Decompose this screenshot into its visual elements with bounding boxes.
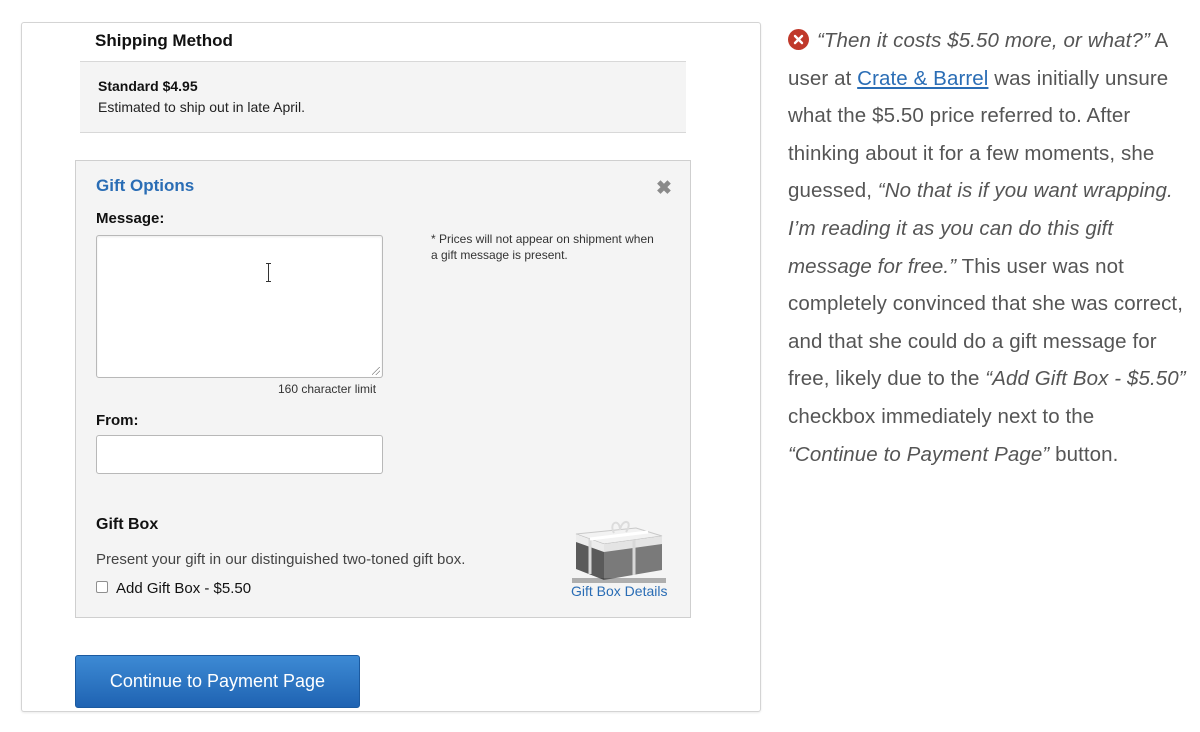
gift-box-title: Gift Box [96, 516, 159, 533]
prices-note: * Prices will not appear on shipment whe… [431, 232, 654, 262]
add-gift-box-label[interactable]: Add Gift Box - $5.50 [116, 580, 251, 597]
quote-3: “Add Gift Box - $5.50” [985, 367, 1186, 391]
add-gift-box-checkbox[interactable] [96, 581, 108, 593]
from-label: From: [96, 412, 139, 429]
gift-box-image [572, 521, 666, 583]
text-cursor-icon [266, 263, 272, 283]
message-label: Message: [96, 210, 165, 227]
commentary-text: “Then it costs $5.50 more, or what?” A u… [788, 22, 1188, 473]
error-x-icon [788, 29, 809, 50]
quote-1: “Then it costs $5.50 more, or what?” [817, 29, 1150, 52]
gift-box-details-link[interactable]: Gift Box Details [571, 583, 667, 599]
quote-4: “Continue to Payment Page” [788, 442, 1050, 466]
gift-options-title: Gift Options [96, 176, 195, 195]
message-textarea[interactable] [96, 235, 383, 378]
character-limit-note: 160 character limit [278, 382, 377, 396]
shipping-method-title: Shipping Method [95, 31, 233, 50]
crate-and-barrel-link[interactable]: Crate & Barrel [857, 67, 988, 90]
shipping-estimate: Estimated to ship out in late April. [98, 99, 305, 115]
commentary-text-4: checkbox immediately next to the [788, 404, 1095, 428]
gift-options-panel: Gift Options ✖ Message: 160 character li… [75, 160, 691, 618]
shipping-option-box: Standard $4.95 Estimated to ship out in … [80, 62, 686, 133]
continue-to-payment-button[interactable]: Continue to Payment Page [75, 655, 360, 708]
resize-handle-icon[interactable] [372, 367, 380, 375]
commentary-text-5: button. [1049, 442, 1119, 466]
from-input[interactable] [96, 435, 383, 474]
close-icon[interactable]: ✖ [656, 177, 672, 200]
shipping-option-name: Standard $4.95 [98, 78, 198, 94]
gift-box-description: Present your gift in our distinguished t… [96, 551, 466, 568]
